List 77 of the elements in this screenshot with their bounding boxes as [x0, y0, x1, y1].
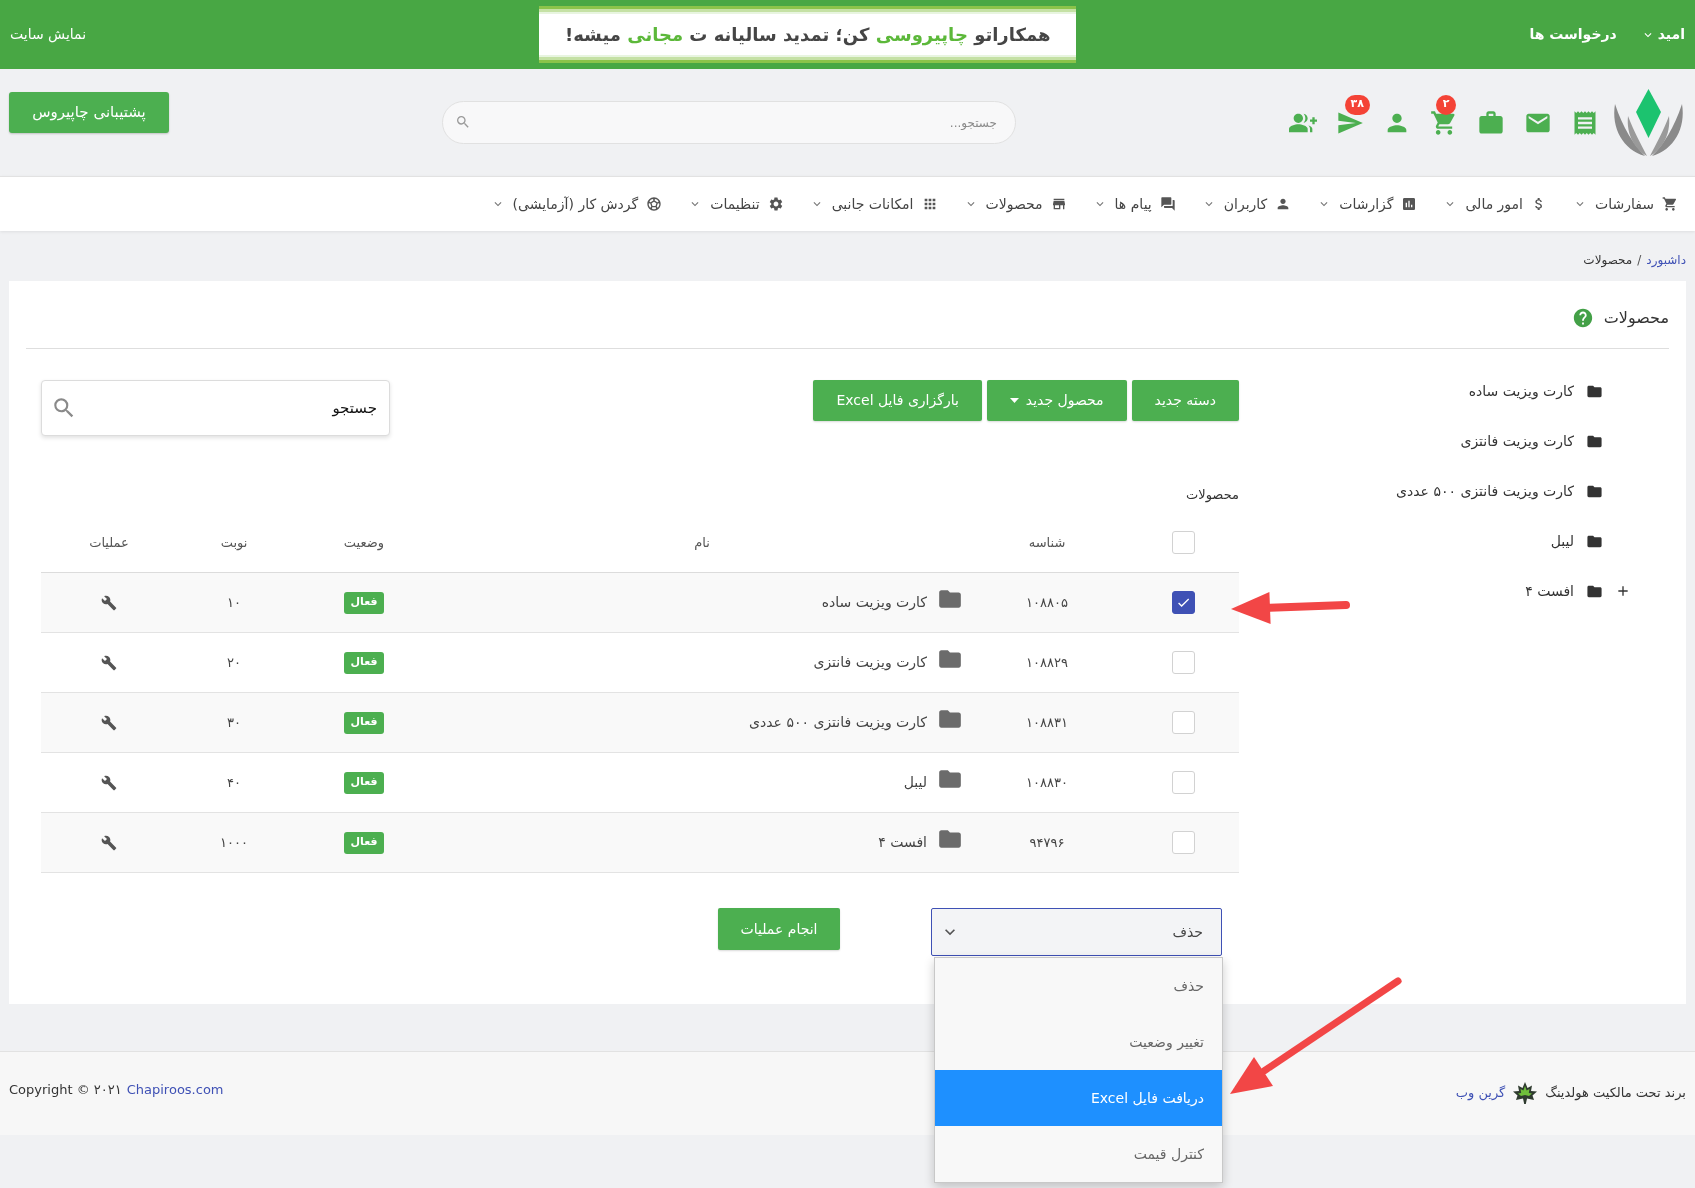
table-cell-text: ۱۰۸۸۳۰	[1026, 773, 1068, 792]
table-row[interactable]: ۱۰۸۸۰۵ کارت ویزیت ساده فعال ۱۰	[41, 573, 1239, 633]
search-icon	[455, 114, 471, 130]
product-name[interactable]: کارت ویزیت فانتزی ۵۰۰ عددی	[749, 712, 927, 733]
table-cell-text: ۲۰	[227, 653, 241, 672]
notification-badge: ۲	[1436, 94, 1456, 115]
nav-menu-item[interactable]: امور مالی	[1443, 193, 1547, 215]
category-item[interactable]: کارت ویزیت ساده	[1468, 380, 1574, 402]
table-cell-text: ۴۰	[227, 773, 241, 792]
help-icon[interactable]	[1571, 306, 1594, 329]
nav-menu-item[interactable]: پیام ها	[1092, 193, 1176, 215]
table-cell-text: ۳۰	[227, 713, 241, 732]
nav-menu-item[interactable]: سفارشات	[1573, 193, 1678, 215]
category-item[interactable]: کارت ویزیت فانتزی	[1460, 430, 1574, 452]
checkbox[interactable]	[1171, 591, 1195, 614]
breadcrumb-separator: /	[1637, 252, 1642, 269]
search-field[interactable]: جستجو...	[442, 101, 1016, 144]
product-name[interactable]: کارت ویزیت فانتزی	[813, 652, 927, 673]
store-icon	[1050, 196, 1067, 212]
table-cell-text: ۹۴۷۹۶	[1029, 833, 1065, 852]
status-badge: فعال	[344, 591, 384, 614]
dropdown-option[interactable]: کنترل قیمت	[935, 1126, 1222, 1182]
briefcase-icon[interactable]	[1477, 108, 1505, 137]
table-cell-text: ۱۰	[227, 593, 241, 612]
product-name[interactable]: کارت ویزیت ساده	[821, 592, 927, 613]
brand-link[interactable]: گرین وب	[1455, 1082, 1506, 1103]
nav-menu-item[interactable]: تنظیمات	[688, 193, 784, 215]
breadcrumb-link[interactable]: داشبورد	[1646, 251, 1686, 269]
wrench-icon[interactable]	[101, 834, 117, 851]
nav-menu-item[interactable]: گردش کار (آزمایشی)	[490, 193, 663, 215]
table-cell-text: ۱۰۰۰	[220, 833, 248, 852]
product-name[interactable]: لیبل	[903, 772, 927, 793]
site-link[interactable]: Chapiroos.com	[126, 1079, 224, 1100]
nav-menu-item[interactable]: امکانات جانبی	[809, 193, 938, 215]
category-item[interactable]: لیبل	[1550, 530, 1574, 552]
dropdown-option[interactable]: تغییر وضعیت	[935, 1014, 1222, 1070]
banner-text: همکاراتو چاپیروسی کن؛ تمدید سالیانه ت مجانی میشه!	[565, 23, 1051, 48]
cart-icon	[1662, 196, 1678, 212]
column-header: نوبت	[220, 533, 248, 553]
wrench-icon[interactable]	[101, 774, 117, 791]
table-cell-text: ۱۰۸۸۲۹	[1026, 653, 1068, 672]
status-badge: فعال	[344, 651, 384, 674]
copyright-text: Copyright © ۲۰۲۱	[9, 1080, 122, 1099]
table-cell-text: ۱۰۸۸۳۱	[1026, 713, 1068, 732]
status-badge: فعال	[344, 771, 384, 794]
category-item[interactable]: افست ۴	[1525, 580, 1574, 602]
table-cell-text: ۱۰۸۸۰۵	[1026, 593, 1068, 612]
wrench-icon[interactable]	[101, 654, 117, 671]
column-header: وضعیت	[343, 533, 385, 553]
search-field[interactable]: جستجو	[41, 380, 390, 436]
status-badge: فعال	[344, 831, 384, 854]
nav-menu-item[interactable]: محصولات	[963, 193, 1067, 215]
notification-badge: ۳۸	[1344, 94, 1370, 115]
page-title: محصولات	[1603, 306, 1669, 329]
status-badge: فعال	[344, 711, 384, 734]
dropdown-option[interactable]: حذف	[935, 958, 1222, 1014]
column-header: نام	[694, 533, 710, 552]
wrench-icon[interactable]	[101, 594, 117, 611]
column-header: شناسه	[1028, 533, 1066, 552]
nav-menu-item[interactable]: کاربران	[1201, 193, 1292, 215]
settings-icon	[767, 196, 784, 212]
nav-menu-item[interactable]: گزارشات	[1317, 193, 1418, 215]
brand-text: برند تحت مالکیت هولدینگ	[1545, 1083, 1686, 1103]
column-header: عملیات	[89, 533, 129, 552]
plus-icon[interactable]	[1615, 583, 1631, 599]
bulk-action-select[interactable]: حذف	[931, 908, 1222, 956]
category-item[interactable]: کارت ویزیت فانتزی ۵۰۰ عددی	[1396, 480, 1574, 502]
promo-banner[interactable]: همکاراتو چاپیروسی کن؛ تمدید سالیانه ت مجانی میشه!	[539, 6, 1077, 63]
table-row[interactable]: ۹۴۷۹۶ افست ۴ فعال ۱۰۰۰	[41, 813, 1239, 873]
table-row[interactable]: ۱۰۸۸۳۱ کارت ویزیت فانتزی ۵۰۰ عددی فعال ۳۰	[41, 693, 1239, 753]
product-name[interactable]: افست ۴	[878, 832, 927, 853]
leaf-logo	[1513, 1081, 1538, 1104]
table-caption: محصولات	[1186, 486, 1239, 505]
breadcrumb-current: محصولات	[1583, 252, 1633, 269]
wrench-icon[interactable]	[101, 714, 117, 731]
bar-chart-icon	[1401, 196, 1418, 212]
chat-icon	[1159, 196, 1176, 212]
